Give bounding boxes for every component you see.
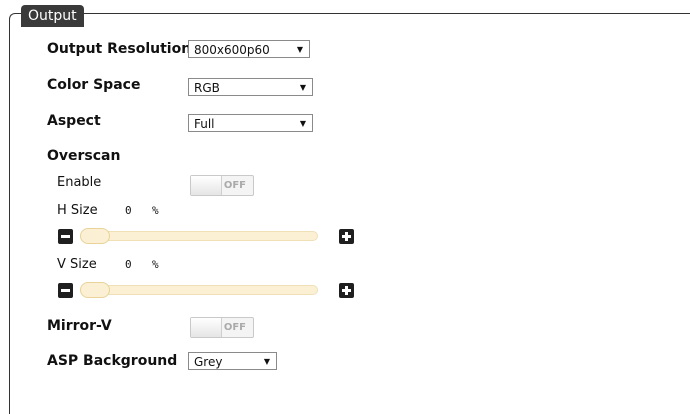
h-size-increase-button[interactable] [339, 229, 354, 244]
aspect-label: Aspect [47, 113, 101, 129]
section-title: Output [21, 5, 84, 27]
chevron-down-icon: ▼ [299, 83, 306, 92]
mirror-v-label: Mirror-V [47, 318, 112, 334]
enable-label: Enable [57, 175, 102, 190]
chevron-down-icon: ▼ [296, 45, 303, 54]
toggle-knob [191, 176, 222, 195]
toggle-knob [191, 318, 222, 337]
color-space-value: RGB [194, 81, 220, 95]
h-size-slider-handle[interactable] [80, 228, 110, 244]
overscan-enable-toggle[interactable]: OFF [190, 175, 254, 196]
h-size-unit: % [152, 204, 159, 217]
h-size-label: H Size [57, 203, 98, 218]
asp-background-select[interactable]: Grey ▼ [188, 352, 277, 370]
v-size-value: 0 [125, 258, 132, 271]
v-size-slider-handle[interactable] [80, 282, 110, 298]
color-space-label: Color Space [47, 77, 141, 93]
chevron-down-icon: ▼ [299, 119, 306, 128]
overscan-label: Overscan [47, 148, 121, 164]
toggle-state: OFF [223, 322, 246, 333]
mirror-v-toggle[interactable]: OFF [190, 317, 254, 338]
v-size-decrease-button[interactable] [58, 283, 73, 298]
toggle-state: OFF [223, 180, 246, 191]
v-size-unit: % [152, 258, 159, 271]
h-size-slider-track[interactable] [80, 231, 318, 241]
color-space-select[interactable]: RGB ▼ [188, 78, 313, 96]
output-resolution-label: Output Resolution [47, 41, 192, 57]
h-size-decrease-button[interactable] [58, 229, 73, 244]
aspect-select[interactable]: Full ▼ [188, 114, 313, 132]
output-resolution-value: 800x600p60 [194, 43, 270, 57]
v-size-slider-track[interactable] [80, 285, 318, 295]
asp-background-label: ASP Background [47, 353, 178, 369]
h-size-value: 0 [125, 204, 132, 217]
v-size-increase-button[interactable] [339, 283, 354, 298]
aspect-value: Full [194, 117, 215, 131]
output-resolution-select[interactable]: 800x600p60 ▼ [188, 40, 310, 58]
asp-background-value: Grey [194, 355, 223, 369]
chevron-down-icon: ▼ [263, 357, 270, 366]
v-size-label: V Size [57, 257, 97, 272]
